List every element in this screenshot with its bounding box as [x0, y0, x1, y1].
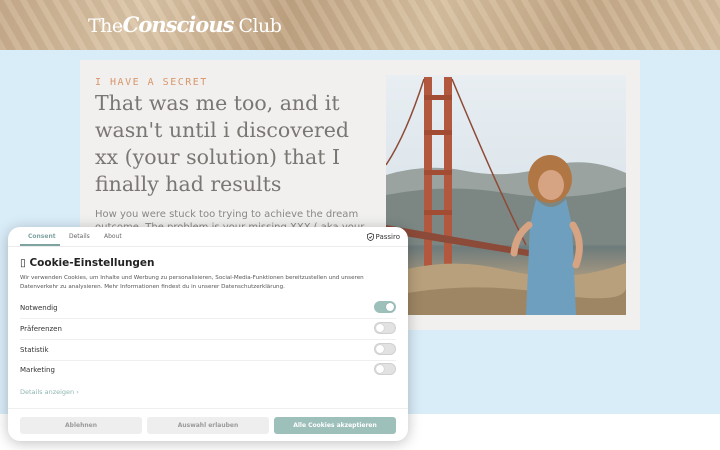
hero-headline: That was me too, and it wasn't until i d…: [95, 91, 350, 196]
brand-name: Passiro: [375, 233, 400, 241]
active-tab-indicator: [20, 244, 60, 246]
category-label: Marketing: [20, 366, 55, 374]
toggle-knob: [376, 324, 384, 332]
cookie-title-text: Cookie-Einstellungen: [29, 257, 155, 269]
hero-photo: [386, 75, 626, 315]
shield-check-icon: [366, 233, 374, 241]
toggle-marketing[interactable]: [374, 363, 396, 375]
accept-all-button[interactable]: Alle Cookies akzeptieren: [274, 417, 396, 434]
allow-selection-button[interactable]: Auswahl erlauben: [147, 417, 269, 434]
toggle-statistik[interactable]: [374, 343, 396, 355]
category-label: Präferenzen: [20, 325, 62, 333]
cookie-tabs: Consent Details About Passiro: [8, 227, 408, 247]
cookie-dialog-title: ▯ Cookie-Einstellungen: [20, 257, 155, 269]
logo-word-the: The: [88, 15, 123, 37]
cookie-category-row: Präferenzen: [20, 320, 396, 340]
category-label: Statistik: [20, 346, 49, 354]
hero-eyebrow: I HAVE A SECRET: [95, 77, 208, 88]
cookie-category-row: Marketing: [20, 361, 396, 381]
cookie-category-row: Notwendig: [20, 299, 396, 319]
tab-about[interactable]: About: [104, 233, 122, 240]
category-label: Notwendig: [20, 304, 58, 312]
cookie-category-row: Statistik: [20, 341, 396, 361]
logo-word-conscious: Conscious: [122, 12, 235, 37]
site-logo[interactable]: TheConscious Club: [88, 12, 282, 37]
cookie-description: Wir verwenden Cookies, um Inhalte und We…: [20, 275, 364, 290]
toggle-knob: [386, 303, 394, 311]
footer-divider: [8, 408, 408, 409]
toggle-knob: [376, 365, 384, 373]
toggle-notwendig[interactable]: [374, 301, 396, 313]
toggle-knob: [376, 345, 384, 353]
cookie-consent-dialog: Consent Details About Passiro ▯ Cookie-E…: [8, 227, 408, 441]
tab-consent[interactable]: Consent: [28, 233, 56, 240]
tab-details[interactable]: Details: [69, 233, 90, 240]
toggle-praeferenzen[interactable]: [374, 322, 396, 334]
reject-button[interactable]: Ablehnen: [20, 417, 142, 434]
logo-word-club: Club: [238, 15, 282, 37]
golden-gate-photo-illustration: [386, 77, 626, 315]
site-header: TheConscious Club: [0, 0, 720, 50]
show-details-link[interactable]: Details anzeigen ›: [20, 388, 79, 396]
passiro-brand: Passiro: [366, 233, 400, 241]
